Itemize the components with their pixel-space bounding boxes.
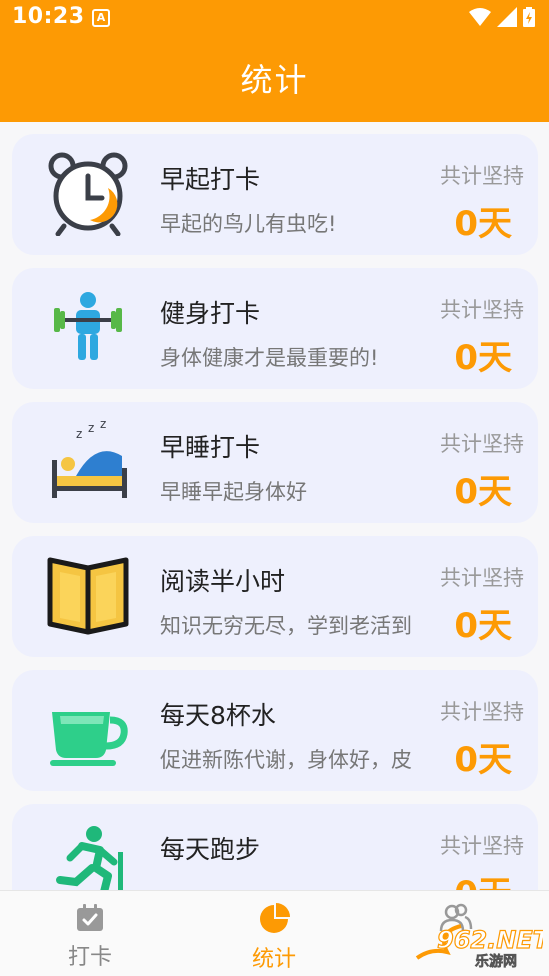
days-count: 0天	[454, 338, 512, 378]
wifi-icon	[469, 8, 491, 26]
open-book-icon	[47, 557, 129, 635]
cup-icon	[50, 712, 128, 766]
card-title: 阅读半小时	[160, 567, 286, 596]
card-desc: 早睡早起身体好	[160, 480, 307, 504]
notification-badge-icon: A	[92, 9, 110, 27]
card-desc: 身体健康才是最重要的!	[160, 346, 379, 370]
days-count: 0天	[454, 204, 512, 244]
card-running[interactable]: 每天跑步 共计坚持 0天	[12, 804, 538, 890]
card-title: 健身打卡	[160, 299, 261, 328]
keep-label: 共计坚持	[440, 298, 524, 322]
svg-text:z: z	[100, 420, 106, 431]
tab-label: 打卡	[67, 945, 112, 970]
weightlifting-icon	[54, 292, 122, 360]
card-water[interactable]: 每天8杯水 促进新陈代谢，身体好，皮 共计坚持 0天	[12, 670, 538, 791]
sleeping-bed-icon: z z z	[52, 420, 127, 498]
card-desc: 促进新陈代谢，身体好，皮	[160, 748, 412, 772]
days-count: 0天	[454, 740, 512, 780]
status-icons	[469, 7, 535, 27]
watermark-logo: 962.NET 乐游网	[415, 924, 543, 970]
watermark-subtext: 乐游网	[475, 953, 517, 970]
keep-label: 共计坚持	[440, 432, 524, 456]
card-reading[interactable]: 阅读半小时 知识无穷无尽，学到老活到 共计坚持 0天	[12, 536, 538, 657]
card-desc: 早起的鸟儿有虫吃!	[160, 212, 337, 236]
keep-label: 共计坚持	[440, 164, 524, 188]
running-icon	[56, 826, 123, 890]
card-title: 早起打卡	[160, 165, 261, 194]
page-title: 统计	[240, 61, 309, 99]
status-time: 10:23	[12, 4, 85, 29]
days-count: 0天	[454, 606, 512, 646]
signal-icon	[497, 7, 517, 27]
pie-chart-icon	[260, 903, 290, 933]
card-fitness[interactable]: 健身打卡 身体健康才是最重要的! 共计坚持 0天	[12, 268, 538, 389]
svg-text:z: z	[88, 421, 94, 435]
card-early-rise[interactable]: 早起打卡 早起的鸟儿有虫吃! 共计坚持 0天	[12, 134, 538, 255]
card-early-sleep[interactable]: z z z 早睡打卡 早睡早起身体好 共计坚持 0天	[12, 402, 538, 523]
card-title: 早睡打卡	[160, 433, 261, 462]
alarm-clock-icon	[48, 152, 128, 236]
tab-stats[interactable]: 统计	[214, 903, 334, 973]
keep-label: 共计坚持	[440, 566, 524, 590]
checkin-icon	[77, 904, 103, 931]
tab-label: 统计	[251, 947, 296, 972]
keep-label: 共计坚持	[440, 700, 524, 724]
tab-checkin[interactable]: 打卡	[30, 903, 150, 971]
status-bar: 10:23 A	[0, 0, 549, 38]
app-header: 统计	[0, 38, 549, 122]
svg-text:z: z	[76, 427, 82, 441]
keep-label: 共计坚持	[440, 834, 524, 858]
card-desc: 知识无穷无尽，学到老活到	[160, 614, 412, 638]
watermark-text: 962.NET	[437, 926, 543, 954]
stats-list[interactable]: 早起打卡 早起的鸟儿有虫吃! 共计坚持 0天 健身打卡 身体健康才是最重要的! …	[0, 122, 549, 890]
days-count: 0天	[454, 472, 512, 512]
days-count: 0天	[454, 866, 512, 890]
battery-icon	[523, 7, 535, 27]
card-title: 每天跑步	[160, 835, 261, 864]
card-title: 每天8杯水	[160, 701, 276, 730]
